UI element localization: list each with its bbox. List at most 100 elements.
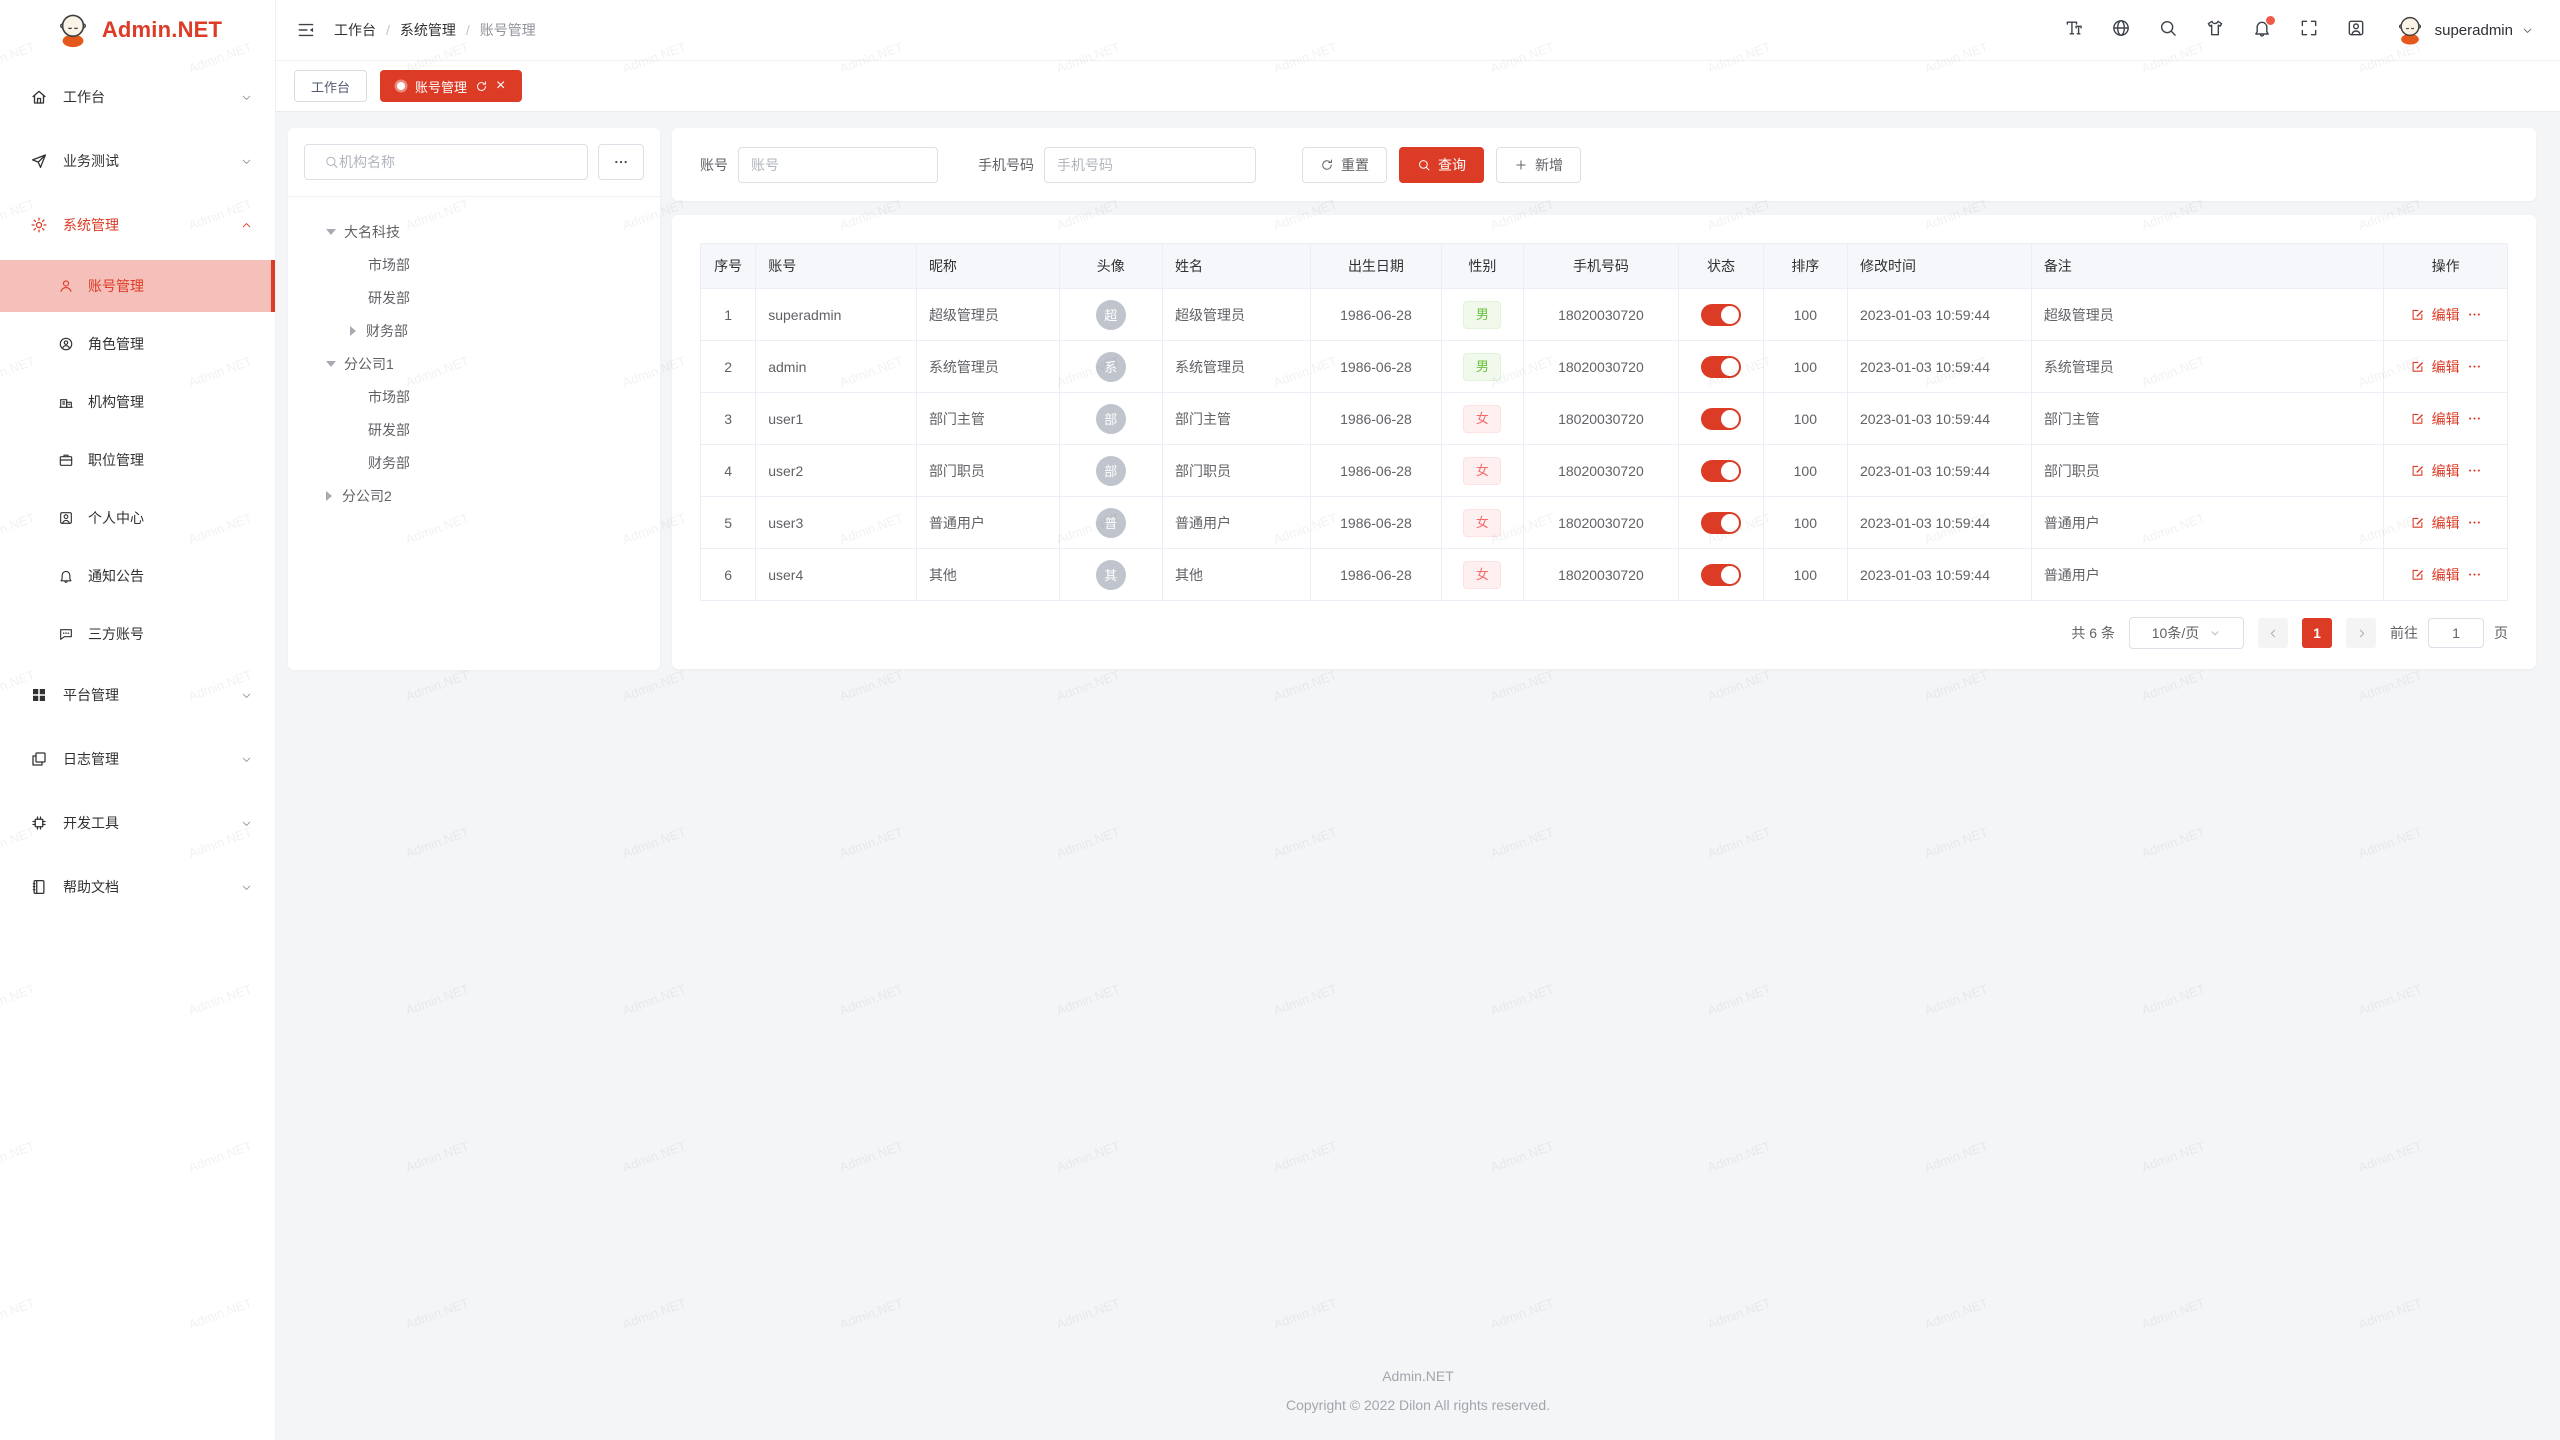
edit-button[interactable]: 编辑 xyxy=(2432,565,2460,585)
edit-icon[interactable] xyxy=(2410,515,2425,530)
add-button[interactable]: 新增 xyxy=(1496,147,1581,183)
breadcrumb-item[interactable]: 系统管理 xyxy=(400,20,456,40)
more-icon xyxy=(613,154,629,170)
tree-node-label: 分公司1 xyxy=(344,354,394,374)
tab-refresh-icon[interactable] xyxy=(475,80,488,93)
table-row: 6user4其他其其他1986-06-28女180200307201002023… xyxy=(701,549,2508,601)
row-actions: 编辑 xyxy=(2396,565,2495,585)
topbar-icons: superadmin xyxy=(2064,13,2534,47)
tree-node-0[interactable]: 大名科技 xyxy=(304,215,644,248)
caret-right-icon[interactable] xyxy=(326,491,332,501)
notification-button[interactable] xyxy=(2252,18,2272,43)
cell-index: 5 xyxy=(701,497,756,549)
theme-button[interactable] xyxy=(2205,18,2225,43)
tree-node-5[interactable]: 市场部 xyxy=(304,380,644,413)
org-icon xyxy=(58,394,74,410)
status-toggle[interactable] xyxy=(1701,512,1741,534)
prev-page-button[interactable] xyxy=(2258,618,2288,648)
caret-down-icon[interactable] xyxy=(326,229,336,235)
tree-node-6[interactable]: 研发部 xyxy=(304,413,644,446)
org-search-input[interactable] xyxy=(304,144,588,180)
goto-unit-label: 页 xyxy=(2494,623,2508,643)
more-actions-icon[interactable] xyxy=(2467,567,2482,582)
sidebar-subitem-2-4[interactable]: 个人中心 xyxy=(0,492,275,544)
reset-button[interactable]: 重置 xyxy=(1302,147,1387,183)
search-button[interactable] xyxy=(2158,18,2178,43)
page-button-current[interactable]: 1 xyxy=(2302,618,2332,648)
tab-1[interactable]: 账号管理× xyxy=(380,70,522,102)
caret-right-icon[interactable] xyxy=(350,326,356,336)
tree-node-1[interactable]: 市场部 xyxy=(304,248,644,281)
cell-remark: 系统管理员 xyxy=(2031,341,2384,393)
sidebar-item-3[interactable]: 平台管理 xyxy=(0,666,275,724)
page-size-select[interactable]: 10条/页 xyxy=(2129,617,2244,649)
edit-icon[interactable] xyxy=(2410,307,2425,322)
sidebar-item-6[interactable]: 帮助文档 xyxy=(0,858,275,916)
chat-icon xyxy=(58,626,74,642)
more-actions-icon[interactable] xyxy=(2467,359,2482,374)
sidebar-subitem-2-2[interactable]: 机构管理 xyxy=(0,376,275,428)
status-toggle[interactable] xyxy=(1701,408,1741,430)
sidebar-subitem-2-1[interactable]: 角色管理 xyxy=(0,318,275,370)
sidebar-item-5[interactable]: 开发工具 xyxy=(0,794,275,852)
edit-button[interactable]: 编辑 xyxy=(2432,357,2460,377)
status-toggle[interactable] xyxy=(1701,564,1741,586)
goto-page-input[interactable] xyxy=(2428,618,2484,648)
sidebar-item-0[interactable]: 工作台 xyxy=(0,68,275,126)
sidebar-subitem-2-5[interactable]: 通知公告 xyxy=(0,550,275,602)
collapse-menu-icon[interactable] xyxy=(296,20,316,40)
refresh-icon xyxy=(1320,158,1334,172)
tree-node-3[interactable]: 财务部 xyxy=(304,314,644,347)
sidebar-item-1[interactable]: 业务测试 xyxy=(0,132,275,190)
edit-icon[interactable] xyxy=(2410,359,2425,374)
table-header-row: 序号账号昵称头像姓名出生日期性别手机号码状态排序修改时间备注操作 xyxy=(701,244,2508,289)
more-actions-icon[interactable] xyxy=(2467,463,2482,478)
query-button[interactable]: 查询 xyxy=(1399,147,1484,183)
org-more-button[interactable] xyxy=(598,144,644,180)
tree-node-4[interactable]: 分公司1 xyxy=(304,347,644,380)
phone-input[interactable] xyxy=(1044,147,1256,183)
status-toggle[interactable] xyxy=(1701,460,1741,482)
tab-0[interactable]: 工作台 xyxy=(294,70,367,102)
sidebar-subitem-label: 个人中心 xyxy=(88,508,144,528)
sidebar-item-2[interactable]: 系统管理 xyxy=(0,196,275,254)
caret-down-icon[interactable] xyxy=(326,361,336,367)
chevron-down-icon xyxy=(240,753,253,766)
more-actions-icon[interactable] xyxy=(2467,411,2482,426)
tree-node-7[interactable]: 财务部 xyxy=(304,446,644,479)
tree-node-2[interactable]: 研发部 xyxy=(304,281,644,314)
more-actions-icon[interactable] xyxy=(2467,515,2482,530)
tab-close-icon[interactable]: × xyxy=(496,78,505,94)
breadcrumb-separator: / xyxy=(466,22,470,38)
edit-icon[interactable] xyxy=(2410,567,2425,582)
sidebar-item-label: 日志管理 xyxy=(63,749,119,769)
user-menu[interactable]: superadmin xyxy=(2393,13,2534,47)
edit-button[interactable]: 编辑 xyxy=(2432,461,2460,481)
sidebar-subitem-2-0[interactable]: 账号管理 xyxy=(0,260,275,312)
tree-node-8[interactable]: 分公司2 xyxy=(304,479,644,512)
edit-icon[interactable] xyxy=(2410,411,2425,426)
edit-button[interactable]: 编辑 xyxy=(2432,409,2460,429)
cell-phone: 18020030720 xyxy=(1523,341,1679,393)
account-input[interactable] xyxy=(738,147,938,183)
gender-tag: 女 xyxy=(1463,509,1501,537)
cell-order: 100 xyxy=(1763,289,1847,341)
next-page-button[interactable] xyxy=(2346,618,2376,648)
edit-button[interactable]: 编辑 xyxy=(2432,305,2460,325)
breadcrumb-item[interactable]: 工作台 xyxy=(334,20,376,40)
status-toggle[interactable] xyxy=(1701,304,1741,326)
font-size-button[interactable] xyxy=(2064,18,2084,43)
fullscreen-button[interactable] xyxy=(2299,18,2319,43)
more-actions-icon[interactable] xyxy=(2467,307,2482,322)
language-button[interactable] xyxy=(2111,18,2131,43)
edit-button[interactable]: 编辑 xyxy=(2432,513,2460,533)
status-toggle[interactable] xyxy=(1701,356,1741,378)
home-icon xyxy=(30,88,48,106)
edit-icon[interactable] xyxy=(2410,463,2425,478)
column-header: 账号 xyxy=(756,244,917,289)
sidebar-subitem-2-6[interactable]: 三方账号 xyxy=(0,608,275,660)
profile-button[interactable] xyxy=(2346,18,2366,43)
sidebar-subitem-2-3[interactable]: 职位管理 xyxy=(0,434,275,486)
cell-modified-time: 2023-01-03 10:59:44 xyxy=(1848,289,2032,341)
sidebar-item-4[interactable]: 日志管理 xyxy=(0,730,275,788)
